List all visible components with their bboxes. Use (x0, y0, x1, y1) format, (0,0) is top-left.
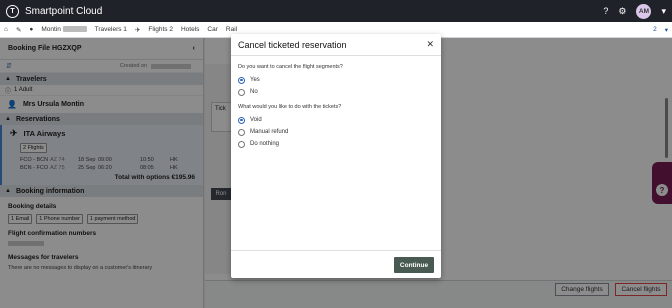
radio-option-no[interactable]: No (238, 86, 434, 98)
radio-label: Yes (250, 77, 260, 83)
dialog-header: Cancel ticketed reservation ✕ (231, 34, 441, 56)
radio-button[interactable] (238, 128, 245, 136)
radio-option-manual-refund[interactable]: Manual refund (238, 126, 434, 138)
gear-icon[interactable]: ⚙ (618, 6, 626, 17)
app-title: Smartpoint Cloud (25, 5, 103, 17)
redacted-text (62, 26, 87, 33)
person-icon: ● (29, 26, 34, 33)
continue-button[interactable]: Continue (394, 257, 434, 273)
radio-option-void[interactable]: Void (238, 114, 434, 126)
toolbar-item-travelers[interactable]: Travelers 1 (95, 26, 127, 33)
dialog-title: Cancel ticketed reservation (238, 39, 347, 50)
cancel-reservation-dialog: Cancel ticketed reservation ✕ Do you wan… (231, 34, 441, 278)
radio-label: Do nothing (250, 141, 280, 147)
radio-option-yes[interactable]: Yes (238, 74, 434, 86)
avatar[interactable]: AM (636, 3, 652, 19)
close-icon[interactable]: ✕ (426, 39, 434, 50)
toolbar-item-hotels[interactable]: Hotels (181, 26, 199, 33)
dialog-body: Do you want to cancel the flight segment… (231, 56, 441, 158)
radio-label: Void (250, 117, 262, 123)
toolbar-item-name[interactable]: Montin (41, 26, 87, 33)
radio-button[interactable] (238, 116, 245, 124)
toolbar-item-flights[interactable]: Flights 2 (148, 26, 173, 33)
chevron-down-icon[interactable]: ▾ (661, 6, 666, 17)
question-cancel-segments: Do you want to cancel the flight segment… (238, 64, 343, 70)
top-bar: T Smartpoint Cloud ? ⚙ AM ▾ (0, 0, 672, 22)
toolbar-count[interactable]: 2 (653, 26, 657, 34)
dialog-footer: Continue (231, 250, 441, 278)
radio-button[interactable] (238, 76, 245, 84)
question-tickets-action: What would you like to do with the ticke… (238, 104, 342, 110)
radio-button[interactable] (238, 88, 245, 96)
home-icon[interactable]: ⌂ (4, 26, 8, 33)
radio-button[interactable] (238, 140, 245, 148)
radio-label: Manual refund (250, 129, 289, 135)
chevron-down-icon[interactable]: ▾ (665, 26, 668, 34)
help-icon[interactable]: ? (603, 6, 608, 16)
airplane-icon: ✈ (134, 26, 141, 34)
app-logo[interactable]: T (6, 4, 19, 18)
toolbar-item-rail[interactable]: Rail (226, 26, 237, 33)
radio-label: No (250, 89, 258, 95)
wrench-icon[interactable]: ✎ (16, 26, 21, 34)
radio-option-do-nothing[interactable]: Do nothing (238, 138, 434, 150)
toolbar-item-car[interactable]: Car (207, 26, 217, 33)
